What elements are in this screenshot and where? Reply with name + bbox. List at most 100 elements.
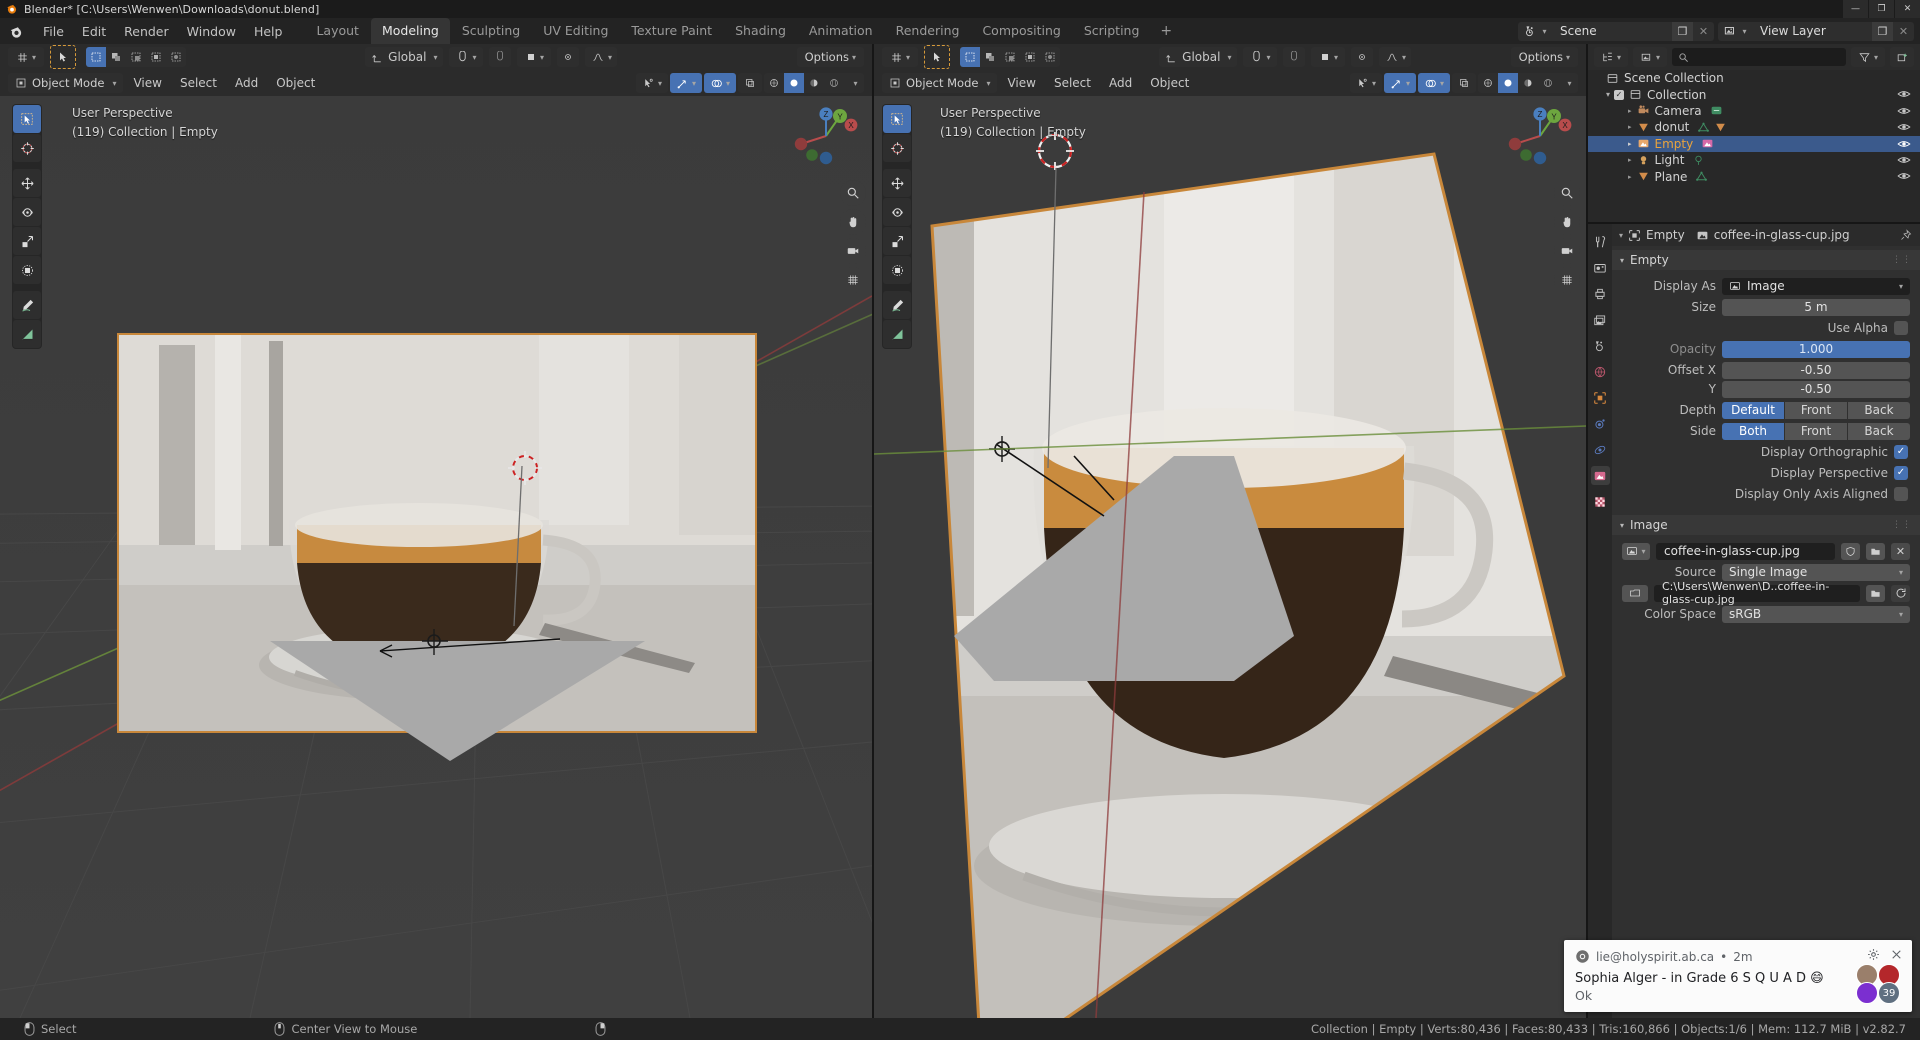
zoom-button-left[interactable] — [840, 180, 866, 206]
outliner-checkbox-collection[interactable]: ✓ — [1614, 89, 1625, 100]
tool-cursor-right[interactable] — [883, 134, 911, 162]
menu-add-left[interactable]: Add — [227, 76, 266, 90]
outliner-row-collection[interactable]: ▾ ✓ Collection — [1588, 86, 1920, 102]
camera-view-button-left[interactable] — [840, 238, 866, 264]
tool-rotate-right[interactable] — [883, 198, 911, 226]
close-icon[interactable] — [1890, 948, 1903, 961]
close-button[interactable]: ✕ — [1894, 0, 1920, 18]
select-extend-button[interactable] — [980, 47, 1000, 67]
empty-panel-header[interactable]: ▾ Empty ⋮⋮ — [1612, 250, 1920, 270]
display-as-dropdown[interactable]: Image ▾ — [1722, 277, 1910, 295]
select-set-button[interactable] — [960, 47, 980, 67]
scene-remove-button[interactable]: ✕ — [1693, 21, 1714, 41]
transform-orientation-dropdown-left[interactable]: Global ▾ — [365, 47, 444, 67]
view-layer-selector[interactable]: ▾ View Layer ❐ ✕ — [1718, 21, 1914, 41]
wireframe-shading-button[interactable] — [764, 73, 784, 93]
xray-toggle-right[interactable] — [1452, 73, 1476, 93]
expand-triangle-icon[interactable]: ▸ — [1628, 173, 1632, 181]
breadcrumb-object-name[interactable]: Empty — [1646, 228, 1685, 242]
tool-cursor-left[interactable] — [13, 134, 41, 162]
notification-toast[interactable]: lie@holyspirit.ab.ca • 2m Sophia Alger -… — [1564, 940, 1912, 1012]
breadcrumb-caret-icon[interactable]: ▾ — [1619, 231, 1623, 240]
menu-object-right[interactable]: Object — [1142, 76, 1197, 90]
falloff-dropdown-right[interactable]: ▾ — [1379, 47, 1412, 67]
menu-file[interactable]: File — [34, 21, 73, 42]
outliner-panel[interactable]: Scene Collection ▾ ✓ Collection ▸ Camera… — [1588, 70, 1920, 222]
select-subtract-button[interactable] — [1000, 47, 1020, 67]
tool-transform-left[interactable] — [13, 256, 41, 284]
eye-icon[interactable] — [1897, 137, 1911, 151]
use-alpha-checkbox[interactable] — [1894, 321, 1908, 335]
overlays-toggle-right[interactable]: ▾ — [1418, 73, 1450, 93]
depth-option-default[interactable]: Default — [1722, 401, 1785, 419]
pivot-point-dropdown-left[interactable]: ▾ — [517, 47, 552, 67]
tab-view-layer-properties[interactable] — [1591, 310, 1610, 329]
menu-help[interactable]: Help — [245, 21, 292, 42]
blender-menu-logo-icon[interactable] — [8, 23, 25, 40]
tab-object-data-properties[interactable] — [1590, 466, 1610, 485]
editor-type-button-left[interactable]: ▾ — [8, 47, 44, 67]
select-intersect-button[interactable] — [1040, 47, 1060, 67]
menu-select-left[interactable]: Select — [172, 76, 225, 90]
editor-separator-vertical-2[interactable] — [1586, 44, 1588, 1018]
camera-data-icon[interactable] — [1710, 104, 1723, 117]
tab-scripting[interactable]: Scripting — [1073, 18, 1151, 44]
add-workspace-button[interactable]: + — [1151, 21, 1181, 41]
tool-move-right[interactable] — [883, 169, 911, 197]
scene-copy-button[interactable]: ❐ — [1672, 21, 1693, 41]
tab-modifier-properties[interactable] — [1591, 414, 1610, 433]
tab-world-properties[interactable] — [1591, 362, 1610, 381]
image-browse-dropdown[interactable]: ▾ — [1622, 542, 1650, 560]
depth-option-front[interactable]: Front — [1785, 401, 1848, 419]
eye-icon[interactable] — [1897, 87, 1911, 101]
expand-triangle-icon[interactable]: ▸ — [1628, 107, 1632, 115]
menu-add-right[interactable]: Add — [1101, 76, 1140, 90]
image-datablock-name[interactable]: coffee-in-glass-cup.jpg — [1656, 542, 1835, 560]
side-option-both[interactable]: Both — [1722, 422, 1785, 440]
outliner-editor-type-button[interactable]: ▾ — [1594, 47, 1628, 67]
eye-icon[interactable] — [1897, 104, 1911, 118]
menu-render[interactable]: Render — [115, 21, 178, 42]
overlays-toggle-left[interactable]: ▾ — [704, 73, 736, 93]
size-field[interactable]: 5 m — [1722, 298, 1910, 316]
outliner-row-plane[interactable]: ▸ Plane — [1588, 168, 1920, 184]
image-data-icon[interactable] — [1701, 137, 1714, 150]
select-invert-button[interactable] — [1020, 47, 1040, 67]
select-invert-button[interactable] — [146, 47, 166, 67]
select-set-button[interactable] — [86, 47, 106, 67]
tab-render-properties[interactable] — [1591, 258, 1610, 277]
tab-compositing[interactable]: Compositing — [971, 18, 1071, 44]
tab-shading[interactable]: Shading — [724, 18, 797, 44]
transform-orientation-dropdown-right[interactable]: Global ▾ — [1159, 47, 1238, 67]
outliner-search-input[interactable] — [1672, 48, 1846, 66]
gizmo-toggle-left[interactable]: ▾ — [670, 73, 702, 93]
expand-triangle-icon[interactable]: ▸ — [1628, 140, 1632, 148]
tweak-tool-button-right[interactable] — [924, 45, 950, 69]
properties-editor[interactable]: ▾ Empty coffee-in-glass-cup.jpg ▾ Empty … — [1588, 224, 1920, 1018]
scene-selector[interactable]: ▾ Scene ❐ ✕ — [1518, 21, 1714, 41]
display-perspective-checkbox[interactable] — [1894, 466, 1908, 480]
material-preview-button[interactable] — [804, 73, 824, 93]
browse-filepath-button[interactable] — [1866, 584, 1885, 602]
menu-object-left[interactable]: Object — [268, 76, 323, 90]
breadcrumb-data-name[interactable]: coffee-in-glass-cup.jpg — [1714, 228, 1850, 242]
tool-rotate-left[interactable] — [13, 198, 41, 226]
display-orthographic-checkbox[interactable] — [1894, 445, 1908, 459]
tab-scene-properties[interactable] — [1591, 336, 1610, 355]
select-subtract-button[interactable] — [126, 47, 146, 67]
tab-texture-properties[interactable] — [1591, 492, 1610, 511]
outliner-filter-dropdown[interactable]: ▾ — [1851, 47, 1885, 67]
editor-type-button-right[interactable]: ▾ — [882, 47, 918, 67]
menu-view-right[interactable]: View — [999, 76, 1043, 90]
eye-icon[interactable] — [1897, 153, 1911, 167]
tab-object-properties[interactable] — [1591, 388, 1610, 407]
tool-transform-right[interactable] — [883, 256, 911, 284]
side-option-back[interactable]: Back — [1848, 422, 1910, 440]
visibility-dropdown-right[interactable]: ▾ — [1350, 73, 1382, 93]
navigation-gizmo-left[interactable]: Y X Z — [788, 98, 864, 174]
snap-toggle-right[interactable] — [1283, 47, 1306, 67]
image-panel-header[interactable]: ▾ Image ⋮⋮ — [1612, 515, 1920, 535]
tab-rendering[interactable]: Rendering — [885, 18, 971, 44]
navigation-gizmo-right[interactable]: Y X Z — [1502, 98, 1578, 174]
expand-triangle-icon[interactable]: ▾ — [1606, 90, 1610, 99]
